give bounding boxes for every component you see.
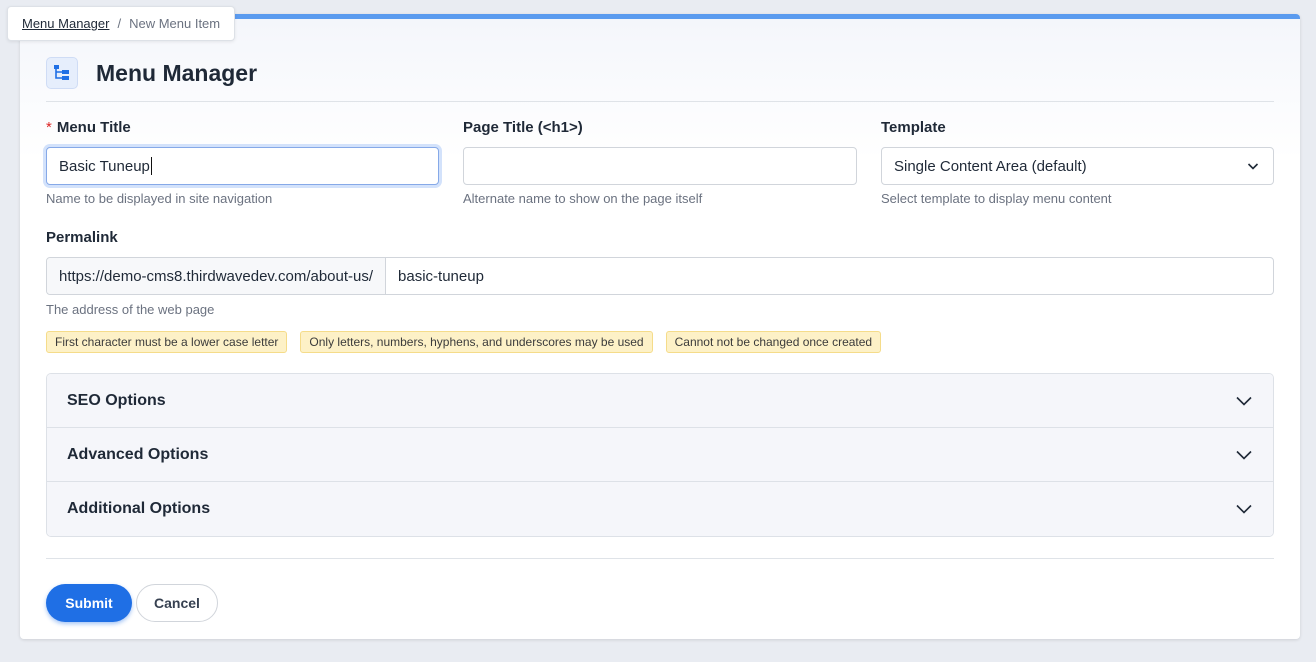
template-help: Select template to display menu content xyxy=(881,191,1112,206)
cancel-button[interactable]: Cancel xyxy=(136,584,218,622)
menu-title-help: Name to be displayed in site navigation xyxy=(46,191,273,206)
permalink-input-group: https://demo-cms8.thirdwavedev.com/about… xyxy=(46,257,1274,295)
rule-badge: Cannot not be changed once created xyxy=(665,331,882,353)
template-select[interactable]: Single Content Area (default) xyxy=(881,147,1274,185)
page-header: Menu Manager xyxy=(46,57,257,89)
page-title-label: Page Title (<h1>) xyxy=(463,119,583,136)
menu-title-input[interactable]: Basic Tuneup xyxy=(46,147,439,185)
page-title-help: Alternate name to show on the page itsel… xyxy=(463,191,703,206)
text-caret xyxy=(150,157,152,175)
submit-button[interactable]: Submit xyxy=(46,584,132,622)
breadcrumb: Menu Manager / New Menu Item xyxy=(7,6,236,41)
permalink-input[interactable]: basic-tuneup xyxy=(386,258,496,294)
accordion-additional-options[interactable]: Additional Options xyxy=(47,482,1273,536)
chevron-down-icon xyxy=(1236,450,1252,460)
page-title-input[interactable] xyxy=(463,147,857,185)
template-label: Template xyxy=(881,119,946,136)
breadcrumb-separator: / xyxy=(117,16,122,31)
menu-tree-icon xyxy=(46,57,78,89)
footer-divider xyxy=(46,558,1274,559)
form-card: Menu Manager * Menu Title Basic Tuneup Na… xyxy=(20,14,1300,639)
permalink-help: The address of the web page xyxy=(46,302,215,317)
menu-title-label: * Menu Title xyxy=(46,119,131,136)
accordion-advanced-options[interactable]: Advanced Options xyxy=(47,428,1273,482)
header-divider xyxy=(46,101,1274,102)
options-accordion: SEO Options Advanced Options Additional … xyxy=(46,373,1274,537)
rule-badge: First character must be a lower case let… xyxy=(46,331,288,353)
accordion-seo-options[interactable]: SEO Options xyxy=(47,374,1273,428)
permalink-rules: First character must be a lower case let… xyxy=(46,331,894,353)
page-title: Menu Manager xyxy=(96,59,258,86)
chevron-down-icon xyxy=(1236,396,1252,406)
required-indicator: * xyxy=(46,119,52,136)
permalink-prefix: https://demo-cms8.thirdwavedev.com/about… xyxy=(47,258,387,294)
permalink-label: Permalink xyxy=(46,229,118,246)
chevron-down-icon xyxy=(1247,163,1259,170)
breadcrumb-link-menu-manager[interactable]: Menu Manager xyxy=(22,16,109,31)
rule-badge: Only letters, numbers, hyphens, and unde… xyxy=(300,331,653,353)
chevron-down-icon xyxy=(1236,504,1252,514)
breadcrumb-current: New Menu Item xyxy=(129,16,221,31)
